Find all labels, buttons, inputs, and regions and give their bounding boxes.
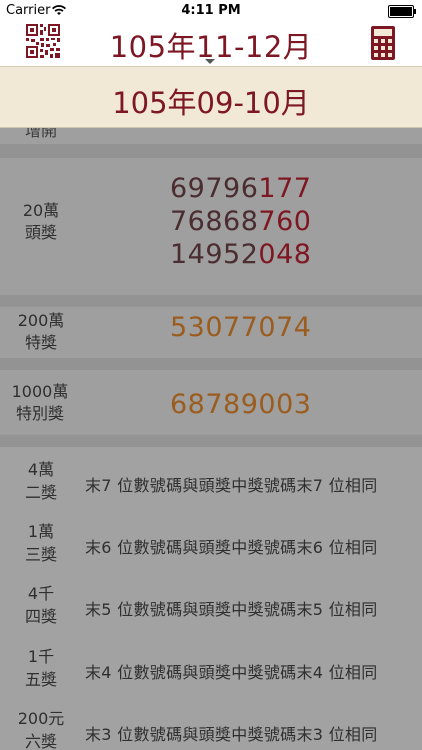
special-prize-name: 特獎 — [24, 333, 57, 352]
rule-name: 六獎 — [24, 732, 57, 750]
rule-description: 末5 位數號碼與頭獎中獎號碼末5 位相同 — [85, 600, 378, 619]
rule-amount: 1萬 — [27, 522, 55, 541]
row-separator — [0, 144, 422, 158]
extra-prize-row: 增開 — [0, 128, 422, 144]
rule-amount: 4千 — [27, 584, 55, 603]
status-time: 4:11 PM — [181, 3, 241, 18]
first-prize-number: 69796177 — [170, 173, 312, 204]
status-bar: Carrier 4:11 PM — [0, 0, 422, 22]
rule-amount: 200元 — [17, 709, 65, 728]
calculator-icon[interactable] — [371, 26, 395, 60]
grand-prize-amount: 1000萬 — [11, 382, 69, 401]
first-prize-number: 14952048 — [170, 239, 312, 270]
special-prize-amount: 200萬 — [17, 311, 65, 330]
row-separator — [0, 295, 422, 307]
grand-prize-row: 1000萬 特別獎 68789003 — [0, 370, 422, 435]
rule-description: 末3 位數號碼與頭獎中獎號碼末3 位相同 — [85, 725, 378, 744]
first-prize-name: 頭獎 — [24, 223, 57, 242]
nav-bar: 105年11-12月 — [0, 22, 422, 66]
rule-amount: 1千 — [27, 647, 55, 666]
first-prize-row: 20萬 頭獎 69796177 76868760 14952048 — [0, 158, 422, 295]
rule-description: 末4 位數號碼與頭獎中獎號碼末4 位相同 — [85, 663, 378, 682]
rule-name: 五獎 — [24, 670, 57, 689]
row-separator — [0, 358, 422, 370]
special-prize-number: 53077074 — [170, 312, 312, 343]
grand-prize-name: 特別獎 — [15, 404, 64, 423]
extra-prize-label: 增開 — [24, 128, 57, 140]
rule-name: 四獎 — [24, 607, 57, 626]
prize-list: 增開 20萬 頭獎 69796177 76868760 14952048 200… — [0, 128, 422, 750]
rule-amount: 4萬 — [27, 460, 55, 479]
period-option[interactable]: 105年09-10月 — [0, 66, 422, 128]
first-prize-numbers: 69796177 76868760 14952048 — [170, 172, 422, 271]
first-prize-amount: 20萬 — [22, 201, 60, 220]
battery-icon — [388, 5, 416, 18]
chevron-down-icon[interactable] — [205, 59, 215, 64]
rule-description: 末7 位數號碼與頭獎中獎號碼末7 位相同 — [85, 476, 378, 495]
first-prize-number: 76868760 — [170, 206, 312, 237]
rule-name: 三獎 — [24, 545, 57, 564]
period-option-label: 105年09-10月 — [112, 86, 310, 120]
grand-prize-number: 68789003 — [170, 389, 312, 420]
rule-description: 末6 位數號碼與頭獎中獎號碼末6 位相同 — [85, 538, 378, 557]
rule-rows: 4萬 二獎 末7 位數號碼與頭獎中獎號碼末7 位相同 1萬 三獎 末6 位數號碼… — [0, 447, 422, 750]
row-separator — [0, 435, 422, 447]
rule-name: 二獎 — [24, 483, 57, 502]
special-prize-row: 200萬 特獎 53077074 — [0, 307, 422, 358]
